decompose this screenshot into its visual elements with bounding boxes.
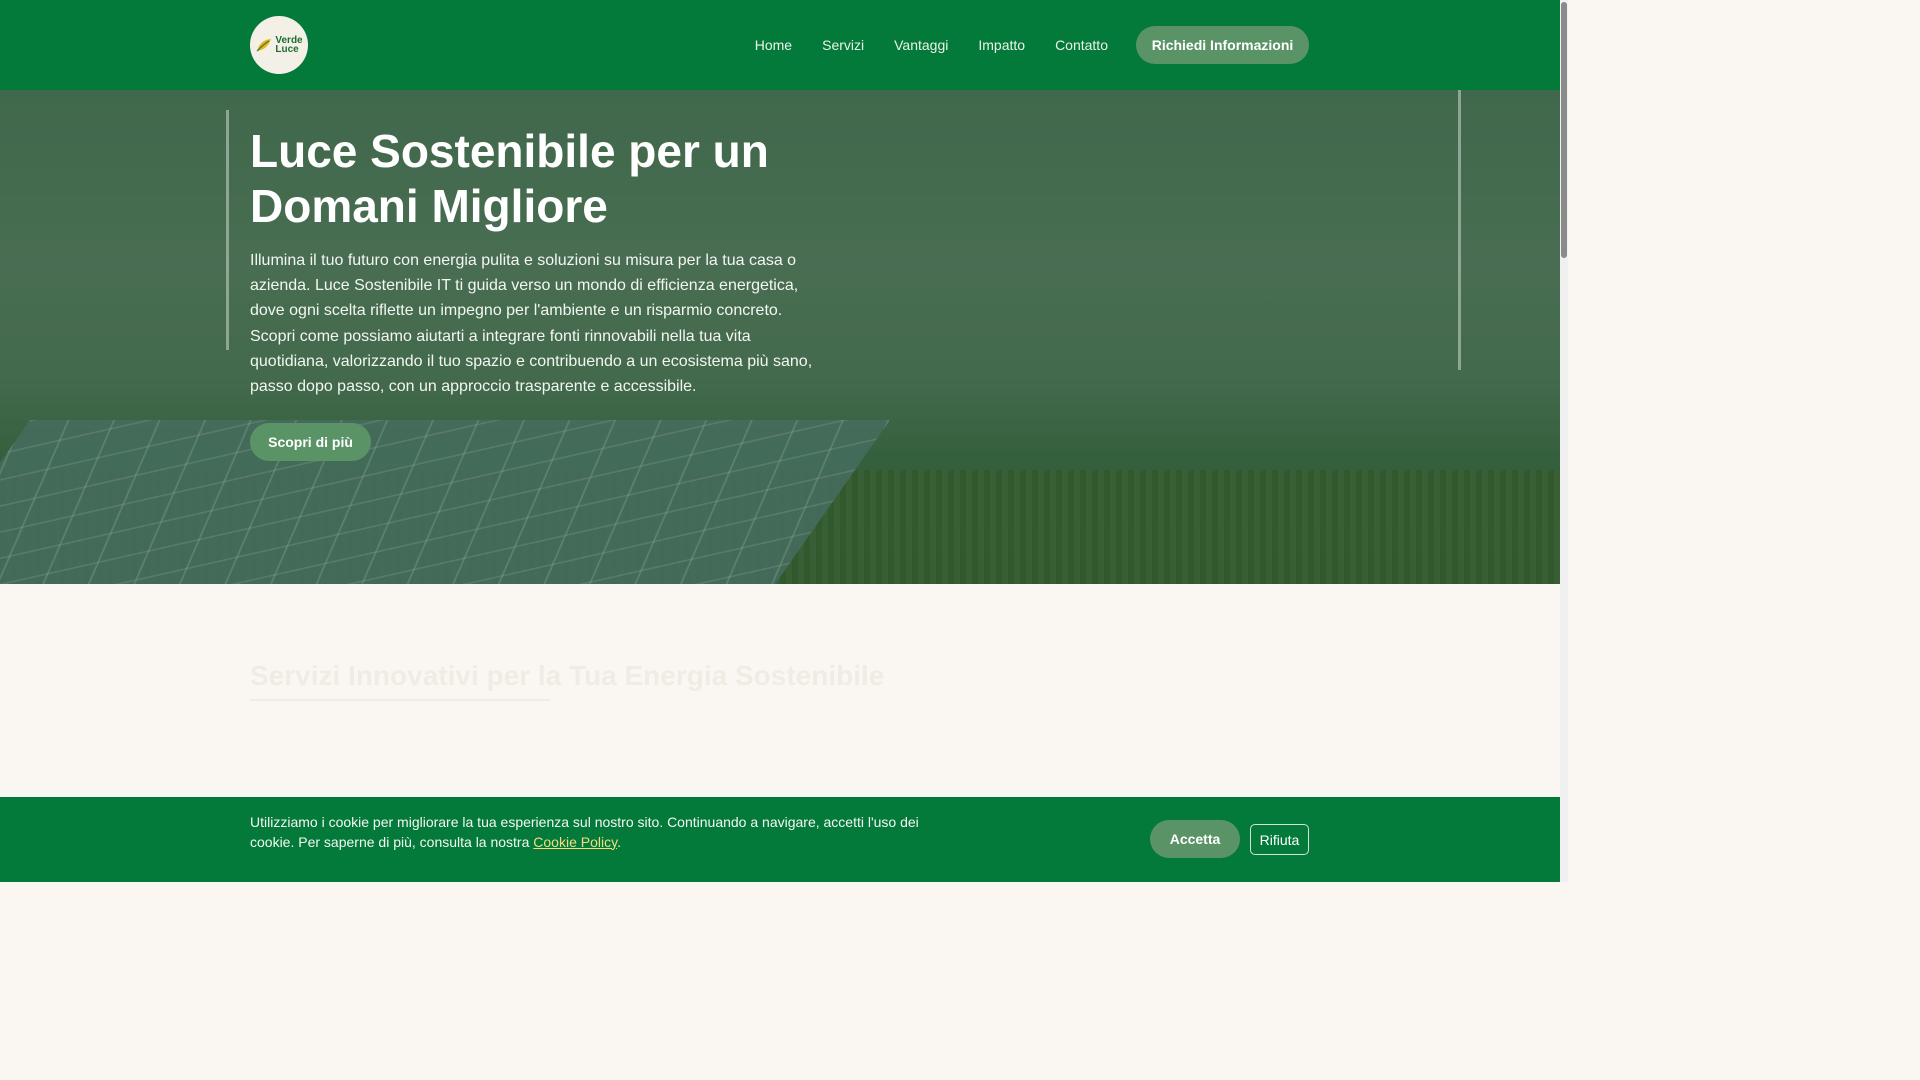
learn-more-button[interactable]: Scopri di più (250, 423, 371, 461)
nav-link-vantaggi[interactable]: Vantaggi (894, 37, 948, 53)
site-header: Verde Luce Home Servizi Vantaggi Impatto… (0, 0, 1560, 90)
main-nav: Home Servizi Vantaggi Impatto Contatto (755, 0, 1108, 90)
accept-cookies-button[interactable]: Accetta (1150, 820, 1240, 858)
services-section-title: Servizi Innovativi per la Tua Energia So… (250, 660, 885, 691)
logo[interactable]: Verde Luce (250, 16, 308, 74)
nav-link-servizi[interactable]: Servizi (822, 37, 864, 53)
cookie-policy-link[interactable]: Cookie Policy (533, 834, 617, 850)
scrollbar-thumb[interactable] (1561, 2, 1567, 258)
hero-title: Luce Sostenibile per un Domani Migliore (250, 125, 769, 232)
logo-text: Verde Luce (275, 36, 302, 55)
cookie-banner: Utilizziamo i cookie per migliorare la t… (0, 797, 1560, 882)
section-title-underline (250, 699, 550, 701)
hero-description: Illumina il tuo futuro con energia pulit… (250, 252, 813, 396)
request-info-button[interactable]: Richiedi Informazioni (1136, 26, 1309, 64)
leaf-icon (256, 39, 272, 52)
logo-line-2: Luce (275, 44, 299, 55)
cookie-text-end: . (617, 833, 621, 850)
nav-link-contatto[interactable]: Contatto (1055, 37, 1108, 53)
nav-link-impatto[interactable]: Impatto (978, 37, 1025, 53)
nav-link-home[interactable]: Home (755, 37, 792, 53)
cookie-message: Utilizziamo i cookie per migliorare la t… (250, 813, 950, 852)
reject-cookies-button[interactable]: Rifiuta (1250, 824, 1309, 855)
